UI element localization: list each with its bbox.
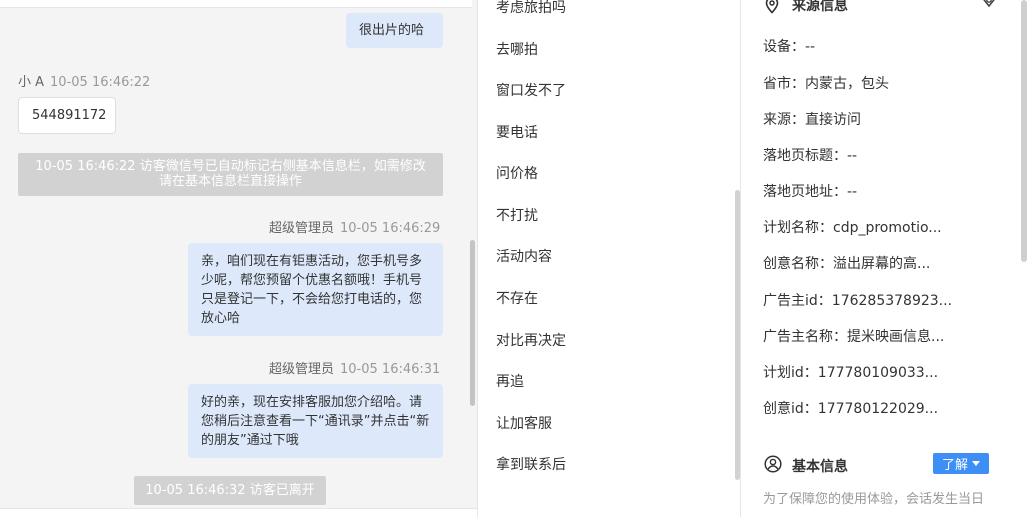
info-row-landing-title: 落地页标题：-- bbox=[763, 145, 857, 165]
agent-message-meta: 超级管理员 10-05 16:46:29 bbox=[269, 217, 440, 236]
quick-reply-item[interactable]: 要电话 bbox=[496, 122, 538, 142]
info-label: 省市： bbox=[763, 76, 805, 92]
quick-reply-item[interactable]: 再追 bbox=[496, 371, 524, 391]
info-value: 内蒙古，包头 bbox=[805, 76, 889, 92]
quick-reply-item[interactable]: 拿到联系后 bbox=[496, 454, 566, 474]
source-info-title: 来源信息 bbox=[792, 0, 848, 14]
visitor-info-panel: 来源信息 设备：-- 省市：内蒙古，包头 来源：直接访问 落地页标题：-- 落地… bbox=[740, 0, 1029, 517]
info-value: 直接访问 bbox=[805, 112, 861, 128]
edit-icon[interactable] bbox=[979, 0, 999, 10]
info-row-source: 来源：直接访问 bbox=[763, 109, 861, 129]
quick-reply-panel: 考虑旅拍吗 去哪拍 窗口发不了 要电话 问价格 不打扰 活动内容 不存在 对比再… bbox=[477, 0, 740, 517]
info-label: 落地页地址： bbox=[763, 184, 847, 200]
info-label: 广告主id： bbox=[763, 293, 832, 309]
chat-input-top-edge bbox=[0, 508, 477, 517]
info-label: 创意名称： bbox=[763, 256, 833, 272]
quick-reply-item[interactable]: 让加客服 bbox=[496, 413, 552, 433]
caret-down-icon bbox=[972, 461, 980, 466]
agent-message-bubble: 很出片的哈 bbox=[346, 13, 443, 48]
info-label: 落地页标题： bbox=[763, 148, 847, 164]
info-value: 177780122029... bbox=[817, 401, 939, 417]
info-label: 计划id： bbox=[763, 365, 818, 381]
info-row-advertiser-id: 广告主id：176285378923... bbox=[763, 290, 952, 310]
message-text: 很出片的哈 bbox=[359, 23, 425, 38]
info-row-plan-name: 计划名称：cdp_promotio... bbox=[763, 217, 942, 237]
info-row-device: 设备：-- bbox=[763, 36, 815, 56]
info-label: 设备： bbox=[763, 39, 805, 55]
chat-scrollbar[interactable] bbox=[470, 240, 475, 406]
learn-more-button[interactable]: 了解 bbox=[933, 453, 989, 474]
user-circle-icon bbox=[764, 455, 782, 473]
message-time: 10-05 16:46:31 bbox=[340, 362, 441, 377]
sender-name: 小 A bbox=[18, 75, 45, 90]
message-text: 544891172 bbox=[32, 108, 107, 123]
agent-message-meta: 超级管理员 10-05 16:46:31 bbox=[269, 358, 440, 377]
info-value: 溢出屏幕的高... bbox=[833, 256, 931, 272]
quick-reply-item[interactable]: 不打扰 bbox=[496, 205, 538, 225]
system-message-text: 10-05 16:46:32 访客已离开 bbox=[145, 483, 315, 498]
info-value: -- bbox=[847, 184, 858, 200]
visitor-message-meta: 小 A 10-05 16:46:22 bbox=[18, 71, 150, 90]
quick-reply-item[interactable]: 考虑旅拍吗 bbox=[496, 0, 566, 17]
quick-reply-item[interactable]: 不存在 bbox=[496, 288, 538, 308]
info-value: -- bbox=[805, 39, 816, 55]
info-value: 提米映画信息... bbox=[847, 329, 945, 345]
info-row-landing-url: 落地页地址：-- bbox=[763, 181, 857, 201]
info-label: 广告主名称： bbox=[763, 329, 847, 345]
info-panel-scrollbar[interactable] bbox=[1021, 0, 1027, 262]
info-row-creative-name: 创意名称：溢出屏幕的高... bbox=[763, 253, 930, 273]
info-row-advertiser-name: 广告主名称：提米映画信息... bbox=[763, 326, 944, 346]
system-message: 10-05 16:46:32 访客已离开 bbox=[134, 476, 326, 505]
quick-reply-item[interactable]: 对比再决定 bbox=[496, 330, 566, 350]
learn-more-label: 了解 bbox=[941, 458, 968, 473]
system-message-text: 10-05 16:46:22 访客微信号已自动标记右侧基本信息栏，如需修改请在基… bbox=[35, 159, 426, 189]
info-label: 计划名称： bbox=[763, 220, 833, 236]
message-time: 10-05 16:46:22 bbox=[50, 75, 151, 90]
quick-reply-item[interactable]: 活动内容 bbox=[496, 246, 552, 266]
info-row-creative-id: 创意id：177780122029... bbox=[763, 398, 938, 418]
info-row-region: 省市：内蒙古，包头 bbox=[763, 73, 889, 93]
agent-message-bubble: 好的亲，现在安排客服加您介绍哈。请您稍后注意查看一下“通讯录”并点击“新的朋友”… bbox=[188, 384, 443, 458]
info-label: 来源： bbox=[763, 112, 805, 128]
basic-info-title: 基本信息 bbox=[792, 459, 848, 475]
info-label: 创意id： bbox=[763, 401, 818, 417]
quick-reply-item[interactable]: 去哪拍 bbox=[496, 39, 538, 59]
message-text: 亲，咱们现在有钜惠活动，您手机号多少呢，帮您预留个优惠名额哦！手机号只是登记一下… bbox=[201, 254, 423, 326]
system-message: 10-05 16:46:22 访客微信号已自动标记右侧基本信息栏，如需修改请在基… bbox=[18, 153, 443, 196]
info-value: cdp_promotio... bbox=[833, 220, 942, 236]
info-value: -- bbox=[847, 148, 858, 164]
message-text: 好的亲，现在安排客服加您介绍哈。请您稍后注意查看一下“通讯录”并点击“新的朋友”… bbox=[201, 395, 430, 448]
agent-message-bubble: 亲，咱们现在有钜惠活动，您手机号多少呢，帮您预留个优惠名额哦！手机号只是登记一下… bbox=[188, 243, 443, 336]
location-pin-icon bbox=[764, 0, 780, 14]
info-value: 176285378923... bbox=[831, 293, 953, 309]
chat-panel: 很出片的哈 小 A 10-05 16:46:22 544891172 10-05 … bbox=[0, 0, 477, 517]
sender-name: 超级管理员 bbox=[269, 362, 335, 377]
basic-info-notice: 为了保障您的使用体验，会话发生当日 bbox=[763, 492, 985, 507]
info-row-plan-id: 计划id：177780109033... bbox=[763, 362, 938, 382]
chat-top-bar bbox=[0, 0, 472, 8]
quick-reply-item[interactable]: 窗口发不了 bbox=[496, 80, 566, 100]
message-time: 10-05 16:46:29 bbox=[340, 221, 441, 236]
quick-reply-item[interactable]: 问价格 bbox=[496, 163, 538, 183]
visitor-message-bubble: 544891172 bbox=[18, 97, 116, 134]
info-value: 177780109033... bbox=[817, 365, 939, 381]
sender-name: 超级管理员 bbox=[269, 221, 335, 236]
